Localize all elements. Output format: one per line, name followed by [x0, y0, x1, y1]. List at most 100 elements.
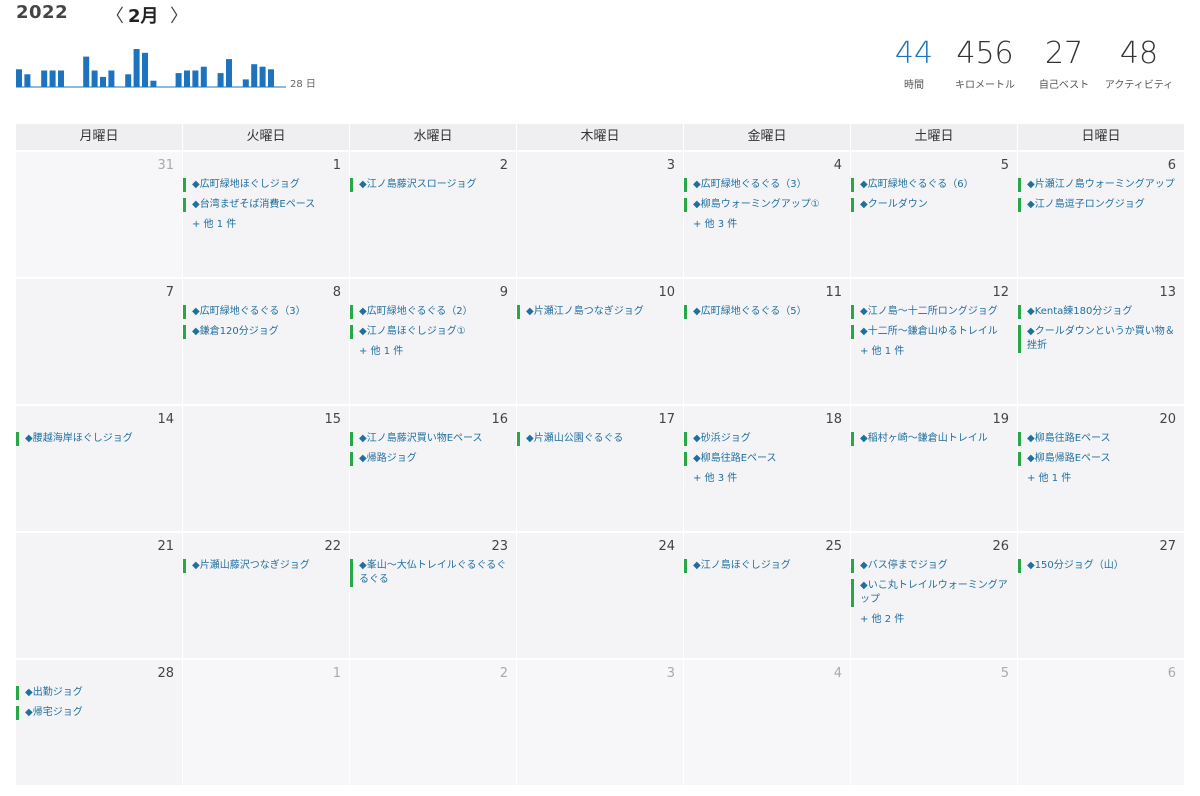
day-number: 2: [499, 666, 508, 681]
calendar-event[interactable]: ◆片瀬江ノ島ウォーミングアップ: [1018, 178, 1180, 192]
calendar-event[interactable]: ◆江ノ島藤沢スロージョグ: [350, 178, 512, 192]
day-number: 11: [825, 285, 842, 300]
day-cell[interactable]: 11 ◆広町緑地ぐるぐる（5）: [684, 279, 850, 404]
more-events-link[interactable]: + 他 1 件: [350, 345, 512, 359]
stat-personal-best-value: 27: [1044, 36, 1084, 71]
calendar-event[interactable]: ◆帰宅ジョグ: [16, 706, 178, 720]
day-cell[interactable]: 10 ◆片瀬江ノ島つなぎジョグ: [517, 279, 683, 404]
calendar-event[interactable]: ◆江ノ島逗子ロングジョグ: [1018, 198, 1180, 212]
day-number: 22: [324, 539, 341, 554]
day-cell[interactable]: 4 ◆広町緑地ぐるぐる（3） ◆柳島ウォーミングアップ① + 他 3 件: [684, 152, 850, 277]
calendar-event[interactable]: ◆広町緑地ぐるぐる（3）: [183, 305, 345, 319]
day-cell[interactable]: 5: [851, 660, 1017, 785]
calendar-event[interactable]: ◆広町緑地ぐるぐる（3）: [684, 178, 846, 192]
mini-chart-bar: [150, 80, 157, 87]
more-events-link[interactable]: + 他 1 件: [183, 218, 345, 232]
calendar-event[interactable]: ◆江ノ島ほぐしジョグ①: [350, 325, 512, 339]
calendar-event[interactable]: ◆片瀬山公園ぐるぐる: [517, 432, 679, 446]
calendar-event[interactable]: ◆片瀬山藤沢つなぎジョグ: [183, 559, 345, 573]
more-events-link[interactable]: + 他 1 件: [1018, 472, 1180, 486]
calendar-event[interactable]: ◆広町緑地ぐるぐる（5）: [684, 305, 846, 319]
day-cell[interactable]: 26 ◆バス停までジョグ ◆いこ丸トレイルウォーミングアップ + 他 2 件: [851, 533, 1017, 658]
day-cell[interactable]: 6 ◆片瀬江ノ島ウォーミングアップ ◆江ノ島逗子ロングジョグ: [1018, 152, 1184, 277]
more-events-link[interactable]: + 他 3 件: [684, 218, 846, 232]
calendar-event[interactable]: ◆150分ジョグ（山）: [1018, 559, 1180, 573]
calendar-event[interactable]: ◆柳島往路Eペース: [684, 452, 846, 466]
day-cell[interactable]: 18 ◆砂浜ジョグ ◆柳島往路Eペース + 他 3 件: [684, 406, 850, 531]
day-number: 17: [658, 412, 675, 427]
mini-chart-bar: [91, 70, 98, 87]
day-cell[interactable]: 9 ◆広町緑地ぐるぐる（2） ◆江ノ島ほぐしジョグ① + 他 1 件: [350, 279, 516, 404]
stat-hours-value: 44: [894, 36, 934, 71]
day-cell[interactable]: 1: [183, 660, 349, 785]
mini-chart-bar: [108, 70, 115, 87]
day-cell[interactable]: 12 ◆江ノ島～十二所ロングジョグ ◆十二所～鎌倉山ゆるトレイル + 他 1 件: [851, 279, 1017, 404]
calendar-event[interactable]: ◆帰路ジョグ: [350, 452, 512, 466]
day-cell[interactable]: 5 ◆広町緑地ぐるぐる（6） ◆クールダウン: [851, 152, 1017, 277]
day-cell[interactable]: 24: [517, 533, 683, 658]
calendar-grid: 月曜日 火曜日 水曜日 木曜日 金曜日 土曜日 日曜日 31 1 ◆広町緑地ほぐしジ…: [16, 124, 1186, 785]
calendar-event[interactable]: ◆柳島ウォーミングアップ①: [684, 198, 846, 212]
calendar-event[interactable]: ◆江ノ島ほぐしジョグ: [684, 559, 846, 573]
calendar-event[interactable]: ◆広町緑地ぐるぐる（2）: [350, 305, 512, 319]
more-events-link[interactable]: + 他 2 件: [851, 613, 1013, 627]
calendar-event[interactable]: ◆Kenta練180分ジョグ: [1018, 305, 1180, 319]
calendar-event[interactable]: ◆江ノ島～十二所ロングジョグ: [851, 305, 1013, 319]
mini-chart-bar: [200, 66, 207, 87]
day-cell[interactable]: 22 ◆片瀬山藤沢つなぎジョグ: [183, 533, 349, 658]
more-events-link[interactable]: + 他 1 件: [851, 345, 1013, 359]
day-cell[interactable]: 20 ◆柳島往路Eペース ◆柳島帰路Eペース + 他 1 件: [1018, 406, 1184, 531]
day-cell[interactable]: 13 ◆Kenta練180分ジョグ ◆クールダウンというか買い物＆挫折: [1018, 279, 1184, 404]
day-cell[interactable]: 4: [684, 660, 850, 785]
day-cell[interactable]: 3: [517, 660, 683, 785]
calendar-event[interactable]: ◆柳島往路Eペース: [1018, 432, 1180, 446]
day-cell[interactable]: 15: [183, 406, 349, 531]
calendar-event[interactable]: ◆砂浜ジョグ: [684, 432, 846, 446]
day-cell[interactable]: 19 ◆稲村ヶ崎～鎌倉山トレイル: [851, 406, 1017, 531]
day-cell[interactable]: 17 ◆片瀬山公園ぐるぐる: [517, 406, 683, 531]
day-number: 15: [324, 412, 341, 427]
stat-activities: 48 アクティビティ: [1104, 36, 1174, 91]
calendar-event[interactable]: ◆江ノ島藤沢買い物Eペース: [350, 432, 512, 446]
day-cell[interactable]: 14 ◆腰越海岸ほぐしジョグ: [16, 406, 182, 531]
day-cell[interactable]: 1 ◆広町緑地ほぐしジョグ ◆台湾まぜそば消費Eペース + 他 1 件: [183, 152, 349, 277]
day-cell[interactable]: 6: [1018, 660, 1184, 785]
calendar-event[interactable]: ◆バス停までジョグ: [851, 559, 1013, 573]
calendar-event[interactable]: ◆十二所～鎌倉山ゆるトレイル: [851, 325, 1013, 339]
day-cell[interactable]: 3: [517, 152, 683, 277]
day-cell[interactable]: 2: [350, 660, 516, 785]
activity-mini-chart: [16, 49, 286, 88]
day-cell[interactable]: 31: [16, 152, 182, 277]
more-events-link[interactable]: + 他 3 件: [684, 472, 846, 486]
prev-month-button[interactable]: 〈: [106, 2, 124, 28]
calendar-event[interactable]: ◆峯山～大仏トレイルぐるぐるぐるぐる: [350, 559, 512, 587]
calendar-event[interactable]: ◆台湾まぜそば消費Eペース: [183, 198, 345, 212]
day-number: 5: [1000, 666, 1009, 681]
calendar-event[interactable]: ◆腰越海岸ほぐしジョグ: [16, 432, 178, 446]
day-cell[interactable]: 25 ◆江ノ島ほぐしジョグ: [684, 533, 850, 658]
calendar-event[interactable]: ◆クールダウン: [851, 198, 1013, 212]
day-cell[interactable]: 23 ◆峯山～大仏トレイルぐるぐるぐるぐる: [350, 533, 516, 658]
day-cell[interactable]: 28 ◆出勤ジョグ ◆帰宅ジョグ: [16, 660, 182, 785]
day-number: 27: [1159, 539, 1176, 554]
calendar-event[interactable]: ◆鎌倉120分ジョグ: [183, 325, 345, 339]
day-cell[interactable]: 27 ◆150分ジョグ（山）: [1018, 533, 1184, 658]
calendar-event[interactable]: ◆片瀬江ノ島つなぎジョグ: [517, 305, 679, 319]
day-cell[interactable]: 16 ◆江ノ島藤沢買い物Eペース ◆帰路ジョグ: [350, 406, 516, 531]
calendar-event[interactable]: ◆いこ丸トレイルウォーミングアップ: [851, 579, 1013, 607]
day-cell[interactable]: 7: [16, 279, 182, 404]
calendar-event[interactable]: ◆柳島帰路Eペース: [1018, 452, 1180, 466]
day-number: 6: [1167, 666, 1176, 681]
calendar-event[interactable]: ◆稲村ヶ崎～鎌倉山トレイル: [851, 432, 1013, 446]
day-number: 1: [332, 158, 341, 173]
next-month-button[interactable]: 〉: [170, 2, 188, 28]
day-cell[interactable]: 2 ◆江ノ島藤沢スロージョグ: [350, 152, 516, 277]
calendar-event[interactable]: ◆広町緑地ぐるぐる（6）: [851, 178, 1013, 192]
weekday-header: 火曜日: [183, 124, 349, 150]
calendar-event[interactable]: ◆広町緑地ほぐしジョグ: [183, 178, 345, 192]
calendar-event[interactable]: ◆クールダウンというか買い物＆挫折: [1018, 325, 1180, 353]
calendar-event[interactable]: ◆出勤ジョグ: [16, 686, 178, 700]
day-cell[interactable]: 8 ◆広町緑地ぐるぐる（3） ◆鎌倉120分ジョグ: [183, 279, 349, 404]
stat-personal-best: 27 自己ベスト: [1034, 36, 1094, 91]
day-cell[interactable]: 21: [16, 533, 182, 658]
